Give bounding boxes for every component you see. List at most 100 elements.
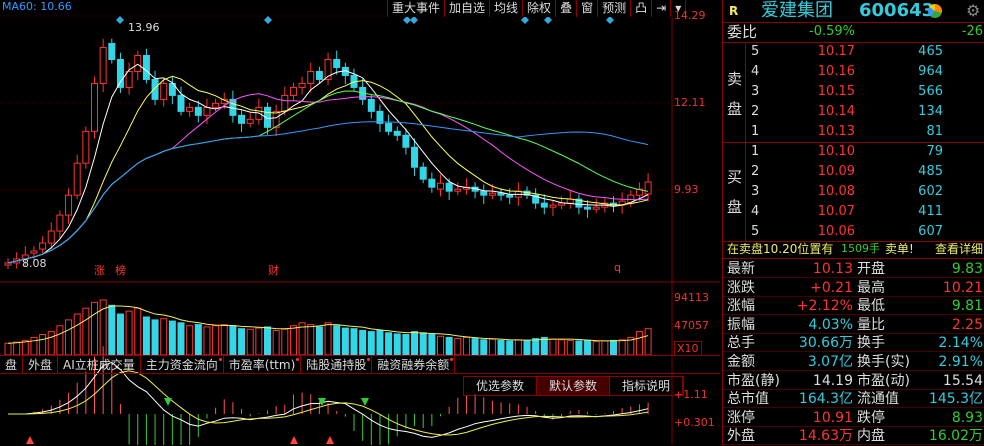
view-detail-link[interactable]: 查看详细 (935, 240, 983, 258)
gear-icon[interactable]: ⚙ (966, 0, 980, 22)
volume-bar (402, 334, 410, 356)
volume-bar (194, 324, 202, 356)
candle-body (47, 230, 55, 244)
volume-bar (437, 335, 444, 356)
toolbar-button-1[interactable]: 加自选 (445, 0, 491, 17)
indicator-help-button[interactable]: 指标说明 (610, 377, 684, 395)
indicator-tab-1[interactable]: 外盘 (23, 356, 59, 373)
toolbar-button-8[interactable]: ⇥ (652, 0, 672, 17)
pie-chart-icon[interactable] (928, 4, 942, 18)
candle-body (549, 204, 557, 208)
sell-level-row[interactable]: 2 10.14 134 (723, 102, 984, 122)
stat-value: 14.19 (812, 372, 853, 389)
volume-bar (549, 338, 557, 356)
toolbar-button-0[interactable]: 重大事件 (388, 0, 446, 17)
level-volume: 964 (918, 64, 943, 79)
default-params-button[interactable]: 默认参数 (537, 377, 611, 395)
notice-text: 在卖盘10.20位置有 (727, 242, 834, 256)
level-price: 10.16 (817, 64, 855, 79)
event-marker-q[interactable]: q (614, 261, 621, 274)
weibi-row: 委比 -0.59% -26 (723, 22, 984, 42)
candle-body (4, 262, 12, 266)
event-marker-zhang[interactable]: 涨 (94, 262, 105, 278)
volume-bar (91, 301, 98, 356)
candle-body (445, 182, 453, 192)
sell-level-row[interactable]: 4 10.16 964 (723, 62, 984, 82)
weibi-label: 委比 (727, 23, 758, 41)
buy-level-row[interactable]: 5 10.06 607 (723, 222, 984, 242)
high-price-label: 13.96 (128, 21, 160, 34)
level-number: 2 (751, 104, 760, 119)
volume-bar (315, 326, 323, 356)
stock-header: R 爱建集团 600643 ⚙ (723, 0, 984, 22)
stat-row: 涨停 10.91 跌停 8.93 (723, 408, 984, 428)
indicator-tab-3[interactable]: 主力资金流向 (141, 356, 224, 373)
buy-signal-arrow-icon (290, 436, 298, 444)
sell-level-row[interactable]: 3 10.15 566 (723, 82, 984, 102)
stat-row: 涨幅 +2.12% 最低 9.81 (723, 296, 984, 316)
toolbar-button-7[interactable]: 凸 (631, 0, 653, 17)
event-marker-cai[interactable]: 财 (268, 262, 279, 278)
indicator-tab-5[interactable]: 陆股通持股 (301, 356, 373, 373)
event-diamond-icon (264, 16, 272, 24)
indicator-tab-4[interactable]: 市盈率(ttm) (224, 356, 302, 373)
indicator-tab-2[interactable]: AI立桩成交量 (58, 356, 141, 373)
optimal-params-button[interactable]: 优选参数 (464, 377, 538, 395)
param-buttons: 优选参数 默认参数 指标说明 (463, 376, 685, 396)
candle-body (480, 190, 488, 196)
level-number: 4 (751, 204, 760, 219)
stock-name: 爱建集团 (761, 0, 833, 21)
stat-label: 最新 (727, 261, 755, 277)
level-volume: 485 (918, 164, 943, 179)
candle-body (428, 178, 436, 188)
stat-label: 总手 (727, 335, 755, 352)
buy-level-row[interactable]: 4 10.07 411 (723, 202, 984, 222)
sell-level-row[interactable]: 5 10.17 465 (723, 42, 984, 62)
stat-value: 10.91 (812, 409, 853, 426)
ma60-line (7, 121, 649, 264)
buy-level-row[interactable]: 2 10.09 485 (723, 162, 984, 182)
candle-body (73, 162, 81, 196)
volume-bar (324, 322, 332, 356)
sell-signal-arrow-icon (164, 398, 172, 406)
sell-level-row[interactable]: 1 10.13 81 (723, 122, 984, 142)
volume-bar (497, 339, 505, 356)
candle-body (246, 118, 254, 124)
stat-value: 164.3亿 (798, 391, 853, 408)
candle-body (307, 70, 315, 84)
toolbar-button-5[interactable]: 窗 (577, 0, 599, 17)
candle-body (99, 47, 107, 84)
candle-body (134, 55, 142, 72)
level-volume: 566 (918, 84, 943, 99)
candle-body (91, 82, 98, 132)
candle-body (194, 106, 202, 116)
level-number: 3 (751, 184, 760, 199)
stat-label: 涨幅 (727, 298, 755, 315)
volume-bar (186, 325, 194, 356)
level-volume: 134 (918, 104, 943, 119)
indicator-tab-6[interactable]: 融资融券余额 (372, 356, 456, 373)
stat-row: 振幅 4.03% 量比 2.25 (723, 315, 984, 335)
toolbar-button-4[interactable]: 叠 (556, 0, 578, 17)
buy-level-row[interactable]: 1 10.10 79 (723, 142, 984, 162)
toolbar-button-3[interactable]: 除权 (523, 0, 557, 17)
event-marker-bang[interactable]: 榜 (115, 262, 126, 278)
stat-value: 3.07亿 (807, 354, 853, 370)
stat-label: 最高 (857, 279, 885, 296)
macd-axis-mid: +0.301 (674, 416, 715, 429)
event-diamond-icon (521, 16, 529, 24)
stat-label: 涨跌 (727, 279, 755, 296)
candle-body (186, 106, 194, 112)
stat-label: 内盘 (857, 428, 885, 445)
indicator-tab-0[interactable]: 盘 (0, 356, 24, 373)
toolbar-button-6[interactable]: 预测 (598, 0, 632, 17)
volume-bar (445, 336, 453, 356)
event-diamond-icon (403, 16, 411, 24)
level-volume: 602 (918, 184, 943, 199)
stat-label: 量比 (857, 316, 885, 333)
level-volume: 79 (926, 144, 943, 159)
volume-bar (566, 339, 574, 356)
buy-level-row[interactable]: 3 10.08 602 (723, 182, 984, 202)
toolbar-button-2[interactable]: 均线 (490, 0, 524, 17)
candle-body (289, 86, 297, 96)
